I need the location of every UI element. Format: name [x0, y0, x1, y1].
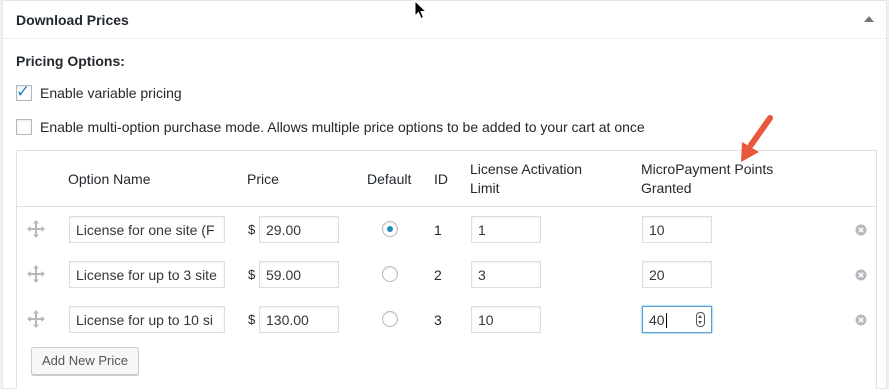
download-prices-panel: Download Prices Pricing Options: ✓ Enabl… — [2, 0, 887, 389]
drag-handle-icon[interactable] — [26, 219, 46, 239]
header-id: ID — [434, 171, 448, 187]
price-options-table: Option Name Price Default ID License Act… — [16, 150, 877, 389]
variable-pricing-option[interactable]: ✓ Enable variable pricing — [16, 82, 182, 101]
variable-pricing-checkbox[interactable]: ✓ — [16, 82, 32, 101]
license-limit-input[interactable]: 10 — [471, 306, 541, 333]
panel-header[interactable]: Download Prices — [3, 1, 886, 39]
annotation-arrow-icon — [741, 115, 773, 162]
price-id: 3 — [434, 312, 442, 328]
option-name-input[interactable]: License for one site (F — [69, 216, 225, 243]
header-license-limit-line1: License Activation — [470, 161, 583, 177]
points-granted-input[interactable]: 20 — [642, 261, 712, 288]
currency-symbol: $ — [248, 267, 256, 282]
drag-handle-icon[interactable] — [26, 309, 46, 329]
remove-row-icon[interactable] — [855, 269, 867, 281]
table-row: License for up to 10 si $ 130.00 3 10 40 — [17, 297, 876, 342]
text-caret — [665, 313, 667, 328]
multi-option-label: Enable multi-option purchase mode. Allow… — [40, 119, 645, 135]
multi-option-checkbox[interactable] — [16, 119, 32, 135]
mouse-cursor-icon — [414, 0, 428, 20]
multi-option-purchase-option[interactable]: Enable multi-option purchase mode. Allow… — [16, 119, 645, 135]
price-input[interactable]: 59.00 — [259, 261, 339, 288]
header-license-limit-line2: Limit — [470, 180, 500, 196]
default-radio[interactable] — [382, 221, 398, 237]
price-id: 1 — [434, 222, 442, 238]
number-spinner-icon[interactable] — [696, 312, 705, 327]
default-radio[interactable] — [382, 266, 398, 282]
license-limit-input[interactable]: 1 — [471, 216, 541, 243]
header-points-granted: MicroPayment Points Granted — [641, 160, 773, 198]
checkmark-icon: ✓ — [16, 82, 31, 101]
add-new-price-button[interactable]: Add New Price — [31, 347, 139, 375]
drag-handle-icon[interactable] — [26, 264, 46, 284]
header-points-line2: Granted — [641, 180, 692, 196]
price-id: 2 — [434, 267, 442, 283]
points-granted-input[interactable]: 10 — [642, 216, 712, 243]
radio-selected-dot — [387, 226, 393, 232]
points-granted-input[interactable]: 40 — [642, 306, 712, 333]
header-option-name: Option Name — [68, 171, 151, 187]
option-name-input[interactable]: License for up to 10 si — [69, 306, 225, 333]
header-license-limit: License Activation Limit — [470, 160, 582, 198]
table-row: License for up to 3 site $ 59.00 2 3 20 — [17, 252, 876, 297]
price-input[interactable]: 29.00 — [259, 216, 339, 243]
panel-title: Download Prices — [16, 12, 129, 28]
default-radio[interactable] — [382, 311, 398, 327]
variable-pricing-label: Enable variable pricing — [40, 85, 182, 101]
currency-symbol: $ — [248, 312, 256, 327]
price-input[interactable]: 130.00 — [259, 306, 339, 333]
header-price: Price — [247, 171, 279, 187]
table-row: License for one site (F $ 29.00 1 1 10 — [17, 207, 876, 252]
license-limit-input[interactable]: 3 — [471, 261, 541, 288]
remove-row-icon[interactable] — [855, 314, 867, 326]
points-granted-value: 40 — [649, 312, 665, 328]
currency-symbol: $ — [248, 222, 256, 237]
pricing-options-label: Pricing Options: — [16, 53, 125, 69]
header-default: Default — [367, 171, 412, 187]
option-name-input[interactable]: License for up to 3 site — [69, 261, 225, 288]
remove-row-icon[interactable] — [855, 224, 867, 236]
collapse-toggle-icon[interactable] — [864, 16, 874, 22]
